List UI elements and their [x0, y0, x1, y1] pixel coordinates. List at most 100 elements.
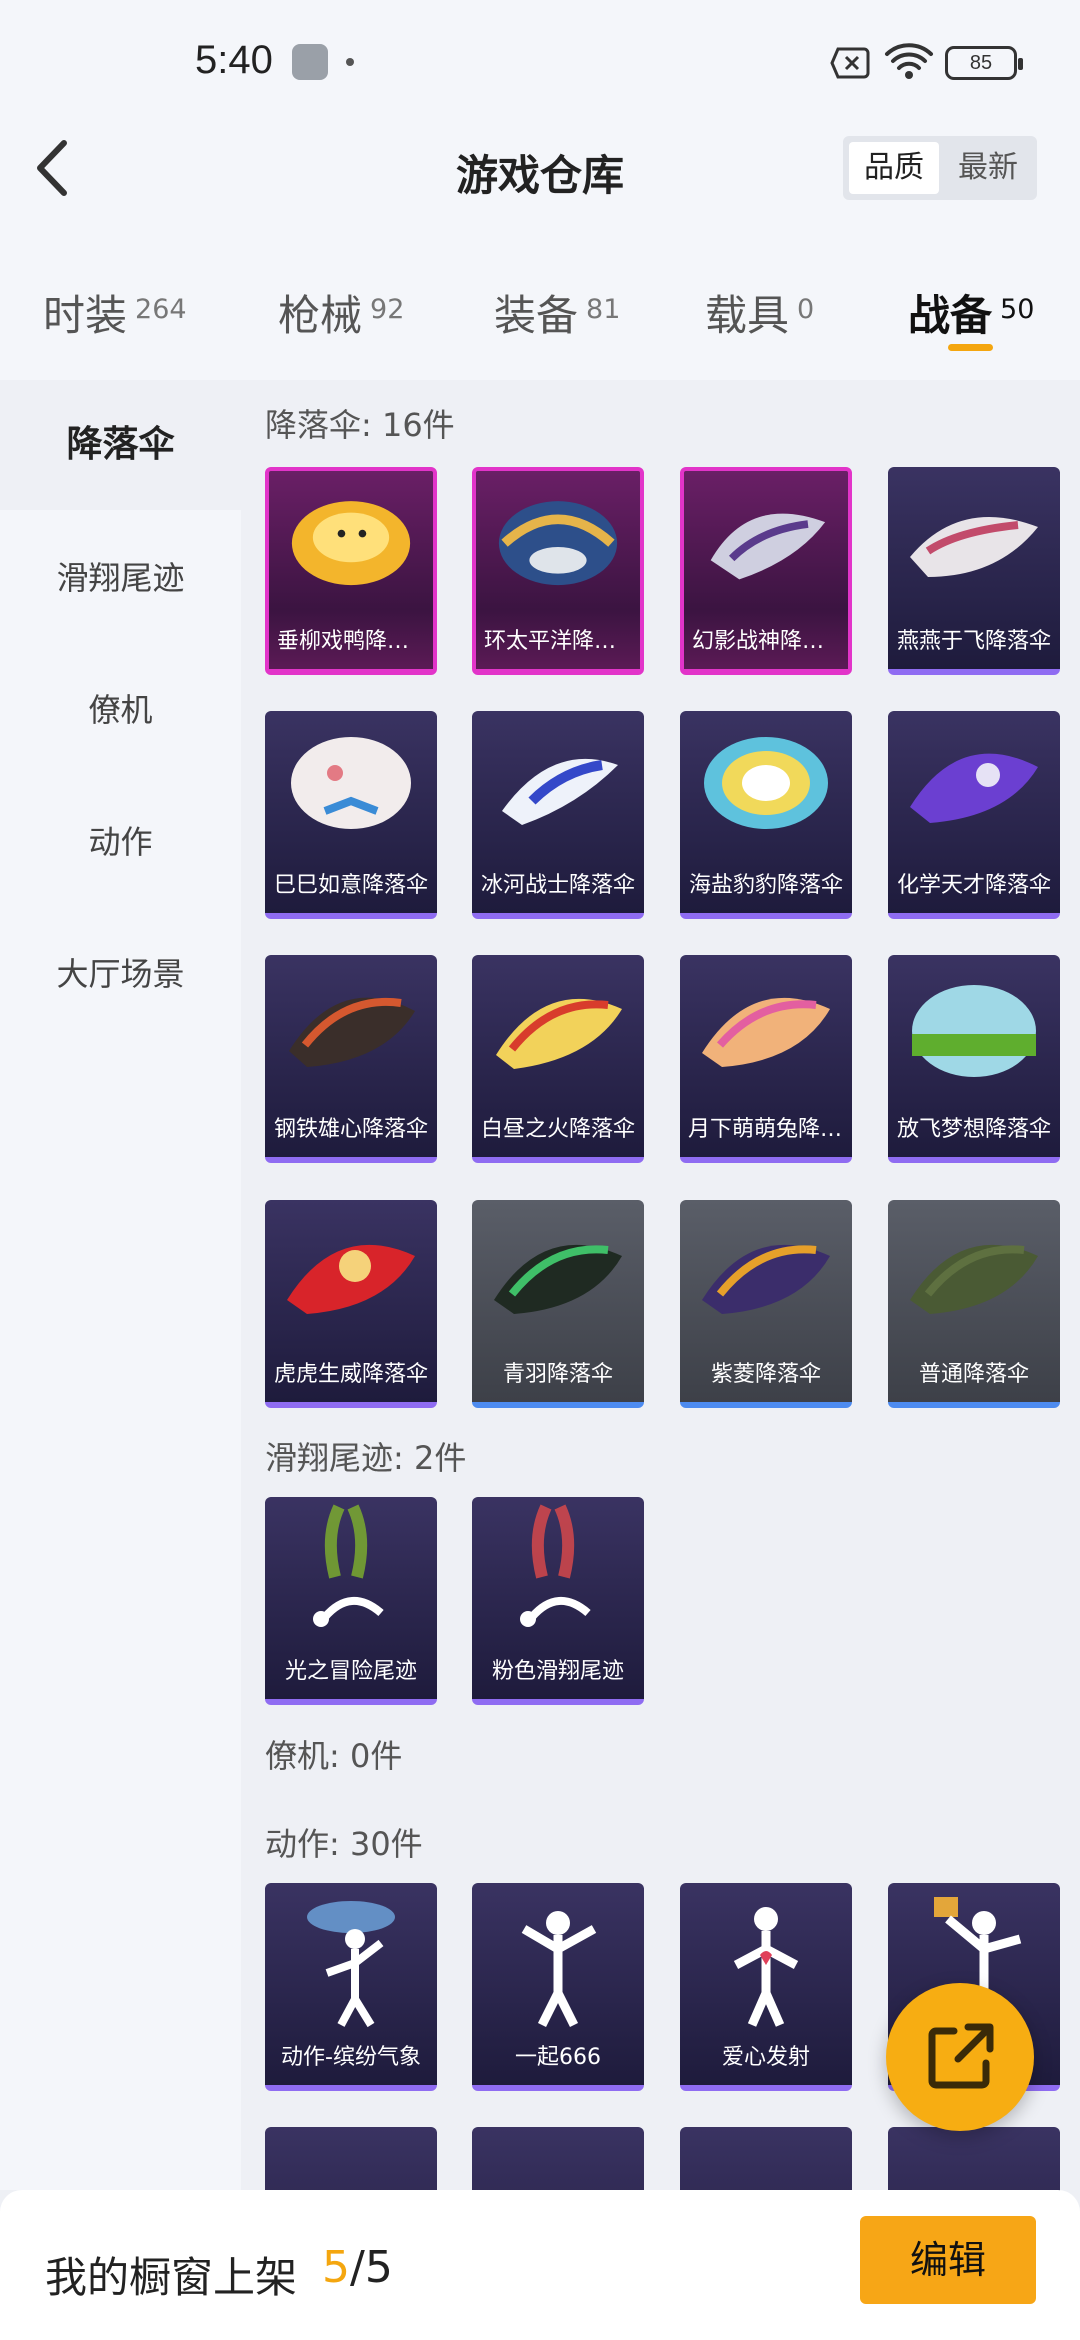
item-card[interactable]: 虎虎生威降落伞 [265, 1200, 437, 1408]
tab-label: 战备 [908, 291, 993, 340]
item-name: 爱心发射 [721, 2045, 810, 2070]
section-title-emote: 动作: 30件 [265, 1825, 423, 1863]
item-name: 粉色滑翔尾迹 [491, 1659, 624, 1684]
item-card[interactable]: 青羽降落伞 [472, 1200, 644, 1408]
item-card[interactable]: 环太平洋降落伞 [472, 467, 644, 675]
bottom-bar: 我的橱窗上架 5/5 编辑 [0, 2190, 1080, 2340]
item-name: 环太平洋降落伞 [484, 629, 639, 654]
status-time: 5:40 [195, 38, 273, 82]
item-name: 光之冒险尾迹 [284, 1659, 417, 1684]
parachute-icon [912, 985, 1036, 1077]
item-card[interactable]: 垂柳戏鸭降落伞 [265, 467, 437, 675]
parachute-icon [291, 737, 411, 829]
tab-label: 载具 [705, 291, 790, 340]
item-card[interactable]: 爱心发射 [680, 1883, 852, 2091]
item-name: 普通降落伞 [918, 1362, 1029, 1387]
item-name: 垂柳戏鸭降落伞 [277, 629, 432, 654]
no-sim-icon [830, 47, 870, 79]
category-tabs: 时装 264 枪械 92 装备 81 载具 0 战备 50 [0, 270, 1080, 380]
emote-figure-icon [521, 1911, 597, 2028]
tab-count: 81 [586, 294, 621, 325]
item-card[interactable]: 粉色滑翔尾迹 [472, 1497, 644, 1705]
sidebar-item-wingman[interactable]: 僚机 [0, 645, 241, 775]
item-card[interactable]: 燕燕于飞降落伞 [888, 467, 1060, 675]
sidebar-item-trail[interactable]: 滑翔尾迹 [0, 513, 241, 643]
item-card[interactable]: 化学天才降落伞 [888, 711, 1060, 919]
tab-battle-gear[interactable]: 战备 50 [908, 282, 1034, 343]
tab-label: 装备 [494, 291, 579, 340]
item-name: 紫菱降落伞 [710, 1362, 821, 1387]
emote-figure-icon [307, 1901, 395, 2028]
showcase-count: 5/5 [322, 2242, 393, 2293]
sidebar: 降落伞 滑翔尾迹 僚机 动作 大厅场景 [0, 380, 241, 2190]
item-name: 放飞梦想降落伞 [896, 1117, 1051, 1142]
edit-button[interactable]: 编辑 [860, 2216, 1036, 2304]
tab-count: 50 [1000, 294, 1035, 325]
parachute-icon [910, 517, 1038, 577]
item-card[interactable]: 幻影战神降落伞 [680, 467, 852, 675]
item-name: 海盐豹豹降落伞 [688, 873, 843, 898]
showcase-current: 5 [322, 2242, 350, 2293]
tab-label: 枪械 [278, 291, 363, 340]
item-card[interactable]: 冰河战士降落伞 [472, 711, 644, 919]
trail-figure-icon [520, 1504, 591, 1627]
item-card[interactable]: 白昼之火降落伞 [472, 955, 644, 1163]
item-card[interactable]: 月下萌萌兔降落伞 [680, 955, 852, 1163]
share-external-icon [928, 2023, 994, 2089]
item-card[interactable]: 放飞梦想降落伞 [888, 955, 1060, 1163]
tab-label: 时装 [43, 291, 128, 340]
section-title-wingman: 僚机: 0件 [265, 1737, 403, 1775]
notification-dot-icon [346, 58, 354, 66]
item-card[interactable]: 钢铁雄心降落伞 [265, 955, 437, 1163]
section-title-parachute: 降落伞: 16件 [265, 406, 455, 444]
tab-equipment[interactable]: 装备 81 [494, 282, 620, 343]
tab-guns[interactable]: 枪械 92 [278, 282, 404, 343]
item-card[interactable]: 光之冒险尾迹 [265, 1497, 437, 1705]
tab-count: 92 [370, 294, 405, 325]
parachute-icon [496, 998, 622, 1069]
status-bar: 5:40 85 [0, 0, 1080, 125]
item-name: 虎虎生威降落伞 [273, 1362, 428, 1387]
sidebar-item-emote[interactable]: 动作 [0, 777, 241, 907]
item-card[interactable]: 紫菱降落伞 [680, 1200, 852, 1408]
item-name: 巳巳如意降落伞 [273, 873, 428, 898]
parachute-icon [291, 501, 411, 586]
tab-count: 0 [797, 294, 815, 325]
sort-newest-option[interactable]: 最新 [945, 142, 1031, 194]
parachute-icon [494, 1244, 622, 1314]
item-card[interactable]: 动作-缤纷气象 [265, 1883, 437, 2091]
battery-icon: 85 [945, 46, 1023, 80]
item-name: 幻影战神降落伞 [692, 629, 847, 654]
item-name: 动作-缤纷气象 [281, 2045, 421, 2070]
item-name: 钢铁雄心降落伞 [273, 1117, 428, 1142]
emote-figure-icon [733, 1907, 799, 2027]
item-name: 燕燕于飞降落伞 [896, 629, 1051, 654]
sidebar-item-parachute[interactable]: 降落伞 [0, 380, 241, 510]
item-name: 冰河战士降落伞 [480, 873, 635, 898]
tab-fashion[interactable]: 时装 264 [43, 282, 187, 343]
parachute-icon [498, 501, 618, 586]
item-card[interactable]: 普通降落伞 [888, 1200, 1060, 1408]
item-name: 一起666 [515, 2045, 601, 2070]
parachute-icon [702, 1244, 830, 1314]
active-tab-indicator [948, 344, 993, 351]
item-card[interactable]: 巳巳如意降落伞 [265, 711, 437, 919]
sort-quality-option[interactable]: 品质 [849, 142, 939, 194]
item-card[interactable]: 海盐豹豹降落伞 [680, 711, 852, 919]
parachute-icon [702, 997, 830, 1067]
parachute-icon [502, 758, 618, 825]
sidebar-item-lobby-scene[interactable]: 大厅场景 [0, 909, 241, 1039]
tab-vehicles[interactable]: 载具 0 [705, 282, 814, 343]
parachute-icon [910, 1244, 1038, 1314]
showcase-label: 我的橱窗上架 [45, 2253, 298, 2302]
item-name: 白昼之火降落伞 [480, 1117, 635, 1142]
parachute-icon [289, 997, 415, 1067]
item-name: 化学天才降落伞 [896, 873, 1051, 898]
share-button[interactable] [886, 1983, 1034, 2131]
parachute-icon [910, 753, 1038, 823]
parachute-icon [710, 513, 826, 580]
item-card[interactable]: 一起666 [472, 1883, 644, 2091]
wifi-icon [885, 43, 933, 79]
sort-toggle: 品质 最新 [843, 136, 1037, 200]
wrench-icon [292, 44, 328, 80]
